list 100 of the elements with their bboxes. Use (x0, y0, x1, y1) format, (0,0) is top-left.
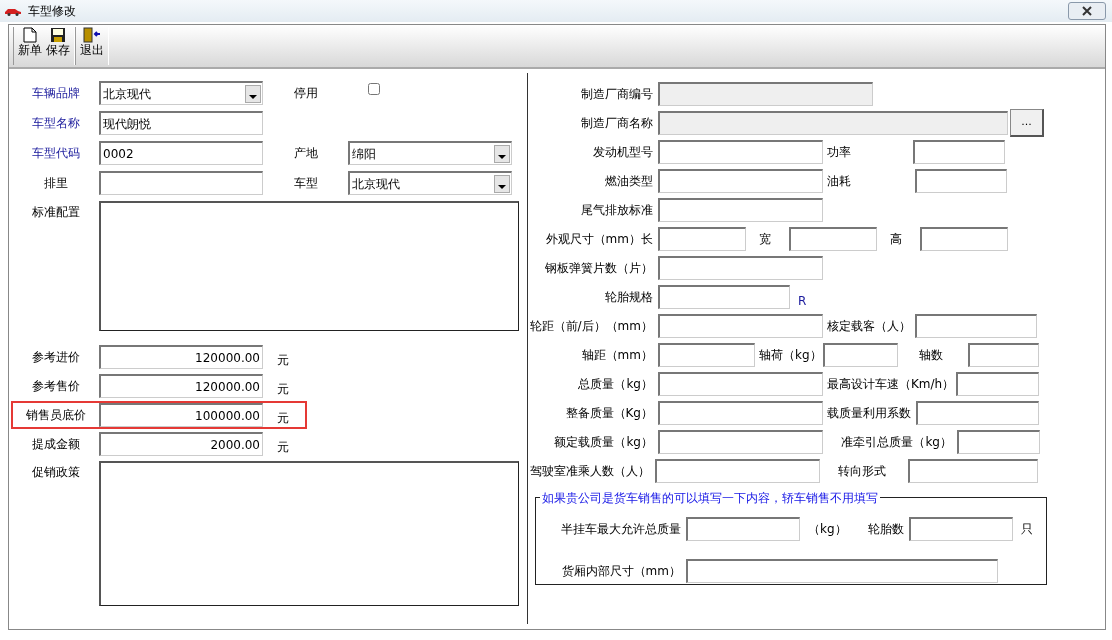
field-label: 尾气排放标准 (580, 201, 654, 219)
text-field[interactable] (99, 171, 263, 195)
field-label: 轴荷（kg） (758, 346, 823, 364)
field-label: 销售员底价 (25, 407, 87, 424)
text-field[interactable] (908, 516, 1013, 541)
dropdown[interactable]: 北京现代 (99, 81, 263, 105)
field-label: 整备质量（Kg） (564, 404, 654, 422)
text-field[interactable] (658, 226, 746, 251)
field-label: 发动机型号 (592, 143, 654, 161)
unit-label: R (798, 292, 807, 310)
text-field[interactable] (916, 400, 1039, 425)
field-label: 宽 (758, 230, 772, 248)
field-label: 制造厂商编号 (580, 85, 654, 103)
text-field[interactable]: 100000.00 (99, 403, 263, 427)
field-label: 参考进价 (31, 349, 81, 366)
text-field[interactable] (658, 197, 823, 222)
field-label: 油耗 (826, 172, 852, 190)
text-field[interactable]: 0002 (99, 141, 263, 165)
unit-label: （kg） (808, 520, 847, 538)
field-label: 轮胎数 (866, 520, 905, 538)
field-label: 排里 (43, 175, 69, 192)
checkbox[interactable] (368, 83, 380, 95)
field-label: 车型 (294, 175, 319, 192)
field-label: 轴距（mm） (580, 346, 654, 364)
text-field[interactable] (686, 558, 998, 583)
field-label: 额定载质量（kg） (553, 433, 654, 451)
browse-button[interactable]: ... (1010, 108, 1044, 137)
unit-label: 只 (1020, 520, 1033, 538)
field-label: 货厢内部尺寸（mm） (560, 562, 682, 580)
field-label: 停用 (294, 85, 319, 102)
field-label: 车型代码 (31, 145, 81, 162)
text-area[interactable] (99, 461, 519, 606)
field-label: 轮胎规格 (604, 288, 654, 306)
text-field[interactable] (658, 168, 823, 193)
field-label: 总质量（kg） (577, 375, 654, 393)
text-area[interactable] (99, 201, 519, 331)
dropdown[interactable]: 北京现代 (348, 171, 512, 195)
text-field[interactable] (915, 168, 1007, 193)
caret-icon (245, 85, 261, 103)
field-label: 准牵引总质量（kg） (840, 433, 953, 451)
field-label: 车型名称 (31, 115, 81, 132)
text-field[interactable] (658, 371, 823, 396)
group-title: 如果贵公司是货车销售的可以填写一下内容，轿车销售不用填写 (540, 489, 880, 507)
unit-label: 元 (277, 439, 289, 456)
field-label: 转向形式 (836, 462, 887, 480)
unit-label: 元 (277, 352, 289, 369)
field-label: 车辆品牌 (31, 85, 81, 102)
car-icon (4, 6, 22, 16)
field-label: 外观尺寸（mm）长 (544, 230, 654, 248)
text-field[interactable] (913, 139, 1005, 164)
text-field[interactable]: 120000.00 (99, 374, 263, 398)
text-field[interactable] (658, 429, 823, 454)
field-label: 标准配置 (31, 204, 81, 221)
caret-icon (494, 175, 510, 193)
text-field[interactable] (658, 139, 823, 164)
window-title: 车型修改 (28, 3, 76, 20)
text-field[interactable] (658, 255, 823, 280)
document-icon (23, 27, 37, 43)
text-field[interactable] (968, 342, 1039, 367)
text-field[interactable] (686, 516, 800, 541)
text-field[interactable] (655, 458, 820, 483)
toolbar-button[interactable]: 退出 (78, 27, 106, 65)
field-label: 产地 (294, 145, 319, 162)
field-label: 参考售价 (31, 378, 81, 395)
field-label: 钢板弹簧片数（片） (544, 259, 654, 277)
unit-label: 元 (277, 410, 289, 427)
text-field[interactable] (658, 284, 790, 309)
text-field[interactable]: 现代朗悦 (99, 111, 263, 135)
text-field[interactable] (957, 429, 1040, 454)
field-label: 驾驶室准乘人数（人） (529, 462, 651, 480)
toolbar-button[interactable]: 新单 (16, 27, 44, 65)
text-field[interactable] (789, 226, 877, 251)
toolbar-button[interactable]: 保存 (44, 27, 72, 65)
text-field[interactable] (908, 458, 1038, 483)
field-label: 制造厂商名称 (580, 114, 654, 132)
field-label: 燃油类型 (604, 172, 654, 190)
text-field[interactable] (956, 371, 1039, 396)
field-label: 功率 (826, 143, 852, 161)
field-label: 载质量利用系数 (826, 404, 912, 422)
text-field[interactable]: 2000.00 (99, 432, 263, 456)
field-label: 半挂车最大允许总质量 (560, 520, 682, 538)
text-field[interactable] (915, 313, 1037, 338)
close-button[interactable] (1068, 2, 1106, 20)
field-label: 促销政策 (31, 464, 81, 481)
text-field[interactable] (823, 342, 898, 367)
field-label: 轮距（前/后）（mm） (528, 317, 654, 335)
field-label: 核定载客（人） (826, 317, 912, 335)
dropdown[interactable]: 绵阳 (348, 141, 512, 165)
field-label: 最高设计车速（Km/h） (826, 375, 956, 393)
text-field[interactable] (658, 400, 823, 425)
close-icon (1082, 6, 1092, 16)
text-field[interactable]: 120000.00 (99, 345, 263, 369)
caret-icon (494, 145, 510, 163)
text-field[interactable] (658, 313, 823, 338)
text-field[interactable] (658, 342, 755, 367)
field-label: 高 (889, 230, 903, 248)
door-exit-icon (83, 27, 101, 43)
text-field[interactable] (920, 226, 1008, 251)
field-label: 轴数 (917, 346, 944, 364)
unit-label: 元 (277, 381, 289, 398)
